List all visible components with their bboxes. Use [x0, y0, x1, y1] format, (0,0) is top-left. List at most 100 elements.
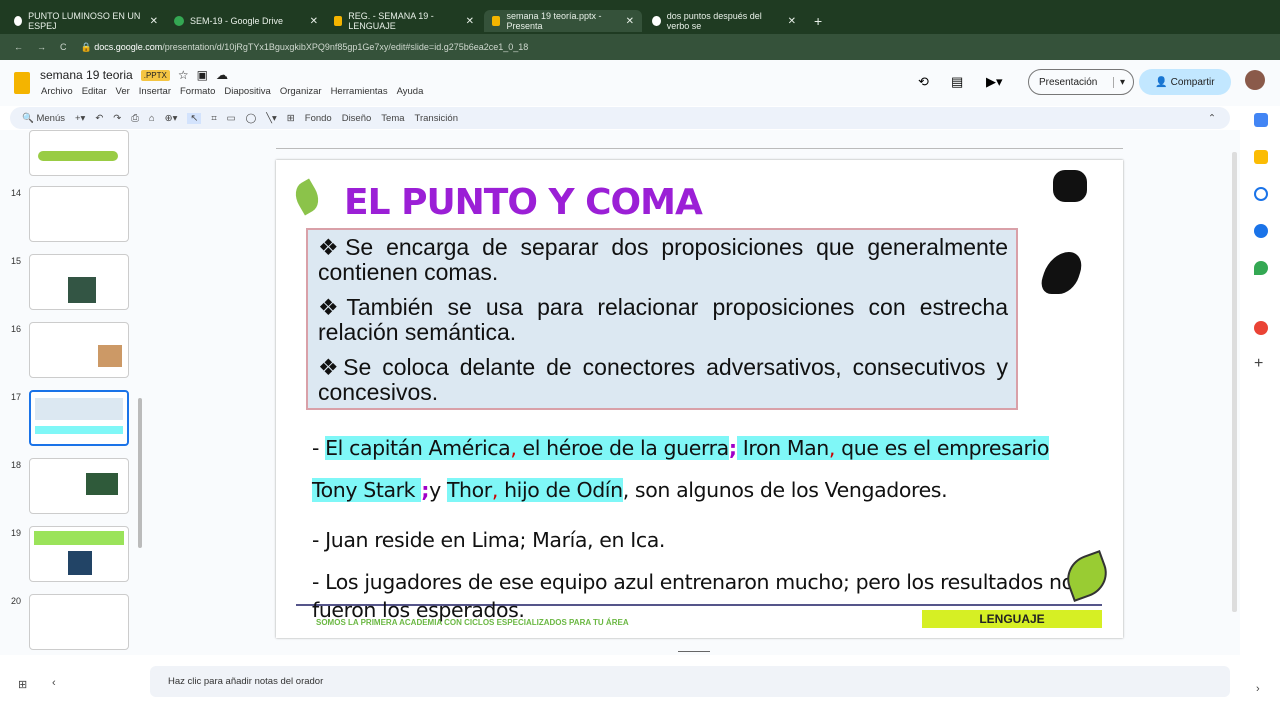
keep-icon[interactable] — [1254, 150, 1268, 164]
drive-icon — [174, 16, 184, 26]
reload-icon[interactable]: C — [60, 42, 67, 52]
slide-thumbnail[interactable] — [29, 526, 129, 582]
addon-icon[interactable] — [1254, 321, 1268, 335]
browser-tab-active[interactable]: semana 19 teoría.pptx - Presenta ✕ — [484, 10, 642, 32]
comments-icon[interactable]: ▤ — [951, 74, 963, 90]
menu-formato[interactable]: Formato — [180, 86, 215, 97]
side-panel: + › — [1246, 105, 1280, 695]
slides-icon — [492, 16, 501, 26]
close-tab-icon[interactable]: ✕ — [310, 16, 318, 27]
new-slide-icon[interactable]: +▾ — [75, 113, 85, 124]
bullet: ❖Se coloca delante de conectores adversa… — [318, 354, 1008, 405]
subject-label: LENGUAJE — [922, 610, 1102, 628]
close-tab-icon[interactable]: ✕ — [150, 16, 158, 27]
menu-diapositiva[interactable]: Diapositiva — [224, 86, 270, 97]
menu-herramientas[interactable]: Herramientas — [331, 86, 388, 97]
app-header: semana 19 teoria .PPTX ☆ ▣ ☁ Archivo Editar… — [0, 60, 1280, 106]
new-tab-button[interactable]: + — [806, 10, 830, 32]
slide-thumbnail[interactable] — [29, 254, 129, 310]
google-icon — [14, 16, 23, 26]
slide-thumbnail[interactable] — [29, 186, 129, 242]
google-icon — [652, 16, 661, 26]
maps-icon[interactable] — [1254, 261, 1268, 275]
file-type-badge: .PPTX — [140, 69, 170, 81]
forward-icon[interactable]: → — [37, 42, 46, 52]
chevron-down-icon[interactable]: ▾ — [1112, 76, 1125, 88]
slide-filmstrip: 14 15 16 17 18 19 20 — [0, 130, 150, 655]
shape-icon[interactable]: ◯ — [246, 113, 257, 124]
contacts-icon[interactable] — [1254, 224, 1268, 238]
definition-box: ❖Se encarga de separar dos proposiciones… — [306, 228, 1018, 410]
leaf-icon — [1060, 550, 1114, 602]
menu-ver[interactable]: Ver — [116, 86, 130, 97]
grid-view-icon[interactable]: ⊞ — [18, 678, 27, 691]
textbox-icon[interactable]: ⌗ — [211, 113, 216, 124]
speaker-notes[interactable]: Haz clic para añadir notas del orador — [150, 666, 1230, 697]
menu-ayuda[interactable]: Ayuda — [397, 86, 424, 97]
browser-tab[interactable]: dos puntos después del verbo se ✕ — [644, 10, 804, 32]
slide[interactable]: EL PUNTO Y COMA ❖Se encarga de separar d… — [276, 160, 1123, 638]
horizontal-ruler — [276, 137, 1123, 149]
collapse-filmstrip-icon[interactable]: ‹ — [52, 677, 56, 689]
footer-slogan: SOMOS LA PRIMERA ACADEMIA CON CICLOS ESP… — [316, 618, 629, 627]
print-icon[interactable]: ⎙ — [131, 113, 139, 124]
zoom-icon[interactable]: ⊕▾ — [165, 113, 178, 124]
canvas-scrollbar[interactable] — [1232, 152, 1237, 612]
paint-format-icon[interactable]: ⌂ — [149, 113, 155, 124]
move-icon[interactable]: ▣ — [197, 68, 208, 82]
close-tab-icon[interactable]: ✕ — [626, 16, 634, 27]
comment-add-icon[interactable]: ⊞ — [287, 113, 295, 124]
slide-title: EL PUNTO Y COMA — [344, 182, 703, 223]
calendar-icon[interactable] — [1254, 113, 1268, 127]
cloud-icon[interactable]: ☁ — [216, 68, 228, 82]
meet-icon[interactable]: ▶▾ — [986, 74, 1003, 90]
back-icon[interactable]: ← — [14, 42, 23, 52]
avatar[interactable] — [1245, 70, 1265, 90]
emoji-icon — [1053, 170, 1087, 202]
example-1-cont: Tony Stark ;y Thor, hijo de Odín, son al… — [312, 478, 948, 502]
browser-tab[interactable]: SEM-19 - Google Drive ✕ — [166, 10, 326, 32]
menu-insertar[interactable]: Insertar — [139, 86, 171, 97]
redo-icon[interactable]: ↷ — [113, 113, 121, 124]
image-icon[interactable]: ▭ — [227, 113, 236, 124]
theme-button[interactable]: Tema — [381, 113, 404, 124]
filmstrip-scrollbar[interactable] — [138, 398, 142, 548]
slide-thumbnail[interactable] — [29, 130, 129, 176]
add-addon-icon[interactable]: + — [1254, 355, 1263, 373]
background-button[interactable]: Fondo — [305, 113, 332, 124]
toolbar: 🔍 Menús +▾ ↶ ↷ ⎙ ⌂ ⊕▾ ↖ ⌗ ▭ ◯ ╲▾ ⊞ Fondo Diseñ… — [10, 107, 1230, 129]
select-icon[interactable]: ↖ — [187, 112, 202, 124]
example-2: - Juan reside en Lima; María, en Ica. — [312, 528, 666, 552]
layout-button[interactable]: Diseño — [342, 113, 372, 124]
present-button[interactable]: Presentación ▾ — [1028, 69, 1134, 95]
example-1: - El capitán América, el héroe de la gue… — [312, 436, 1049, 460]
menu-organizar[interactable]: Organizar — [280, 86, 322, 97]
close-tab-icon[interactable]: ✕ — [788, 16, 796, 27]
person-icon: 👤 — [1155, 76, 1171, 88]
slide-thumbnail[interactable] — [29, 322, 129, 378]
doc-title[interactable]: semana 19 teoria — [40, 68, 133, 82]
bullet: ❖Se encarga de separar dos proposiciones… — [318, 234, 1008, 285]
browser-tab[interactable]: PUNTO LUMINOSO EN UN ESPEJ ✕ — [6, 10, 166, 32]
close-tab-icon[interactable]: ✕ — [466, 16, 474, 27]
browser-tab[interactable]: REG. - SEMANA 19 - LENGUAJE ✕ — [326, 10, 482, 32]
bullet: ❖También se usa para relacionar proposic… — [318, 294, 1008, 345]
expand-panel-icon[interactable]: › — [1256, 683, 1260, 695]
collapse-toolbar-icon[interactable]: ⌃ — [1208, 113, 1216, 124]
slide-thumbnail[interactable] — [29, 594, 129, 650]
star-icon[interactable]: ☆ — [178, 68, 189, 82]
tasks-icon[interactable] — [1254, 187, 1268, 201]
transition-button[interactable]: Transición — [415, 113, 458, 124]
slide-thumbnail[interactable] — [29, 458, 129, 514]
slide-thumbnail-selected[interactable] — [29, 390, 129, 446]
share-button[interactable]: 👤 Compartir — [1139, 69, 1231, 95]
search-menus[interactable]: 🔍 Menús — [22, 113, 65, 124]
notes-resize-handle[interactable] — [678, 651, 710, 652]
menu-archivo[interactable]: Archivo — [41, 86, 73, 97]
menu-bar: Archivo Editar Ver Insertar Formato Diapositi… — [41, 86, 432, 97]
history-icon[interactable]: ⟲ — [918, 74, 929, 90]
url-field[interactable]: 🔒 docs.google.com/presentation/d/10jRgTY… — [81, 42, 529, 53]
undo-icon[interactable]: ↶ — [95, 113, 103, 124]
line-icon[interactable]: ╲▾ — [266, 113, 277, 124]
menu-editar[interactable]: Editar — [82, 86, 107, 97]
